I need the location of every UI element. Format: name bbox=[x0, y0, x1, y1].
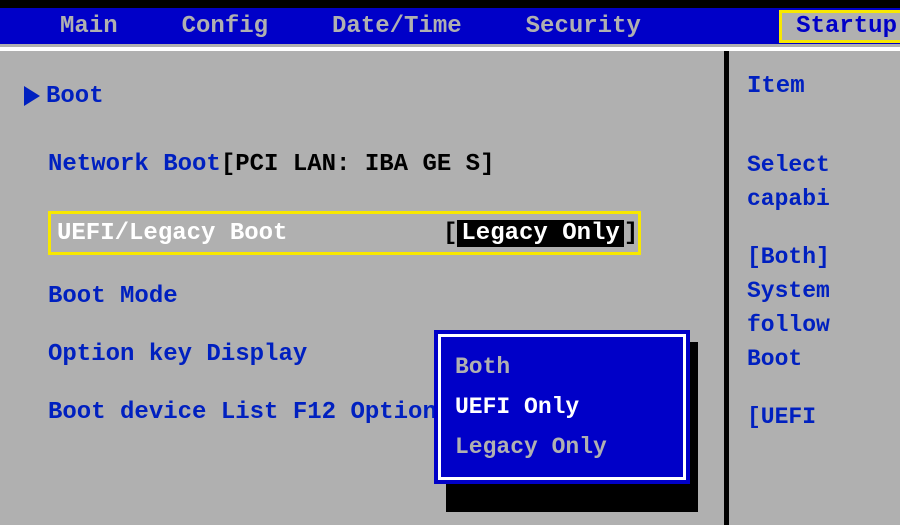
help-panel: Item Select capabi [Both] System follow … bbox=[729, 51, 900, 525]
bracket: ] bbox=[624, 220, 638, 247]
help-text: capabi bbox=[747, 182, 900, 216]
field-boot-mode[interactable]: Boot Mode bbox=[48, 279, 724, 313]
submenu-boot[interactable]: Boot bbox=[24, 79, 724, 113]
field-label: UEFI/Legacy Boot bbox=[51, 220, 443, 247]
field-value: [PCI LAN: IBA GE S] bbox=[221, 151, 495, 178]
title-bar: ThinkPad Setup bbox=[0, 0, 900, 8]
help-text: [Both] bbox=[747, 240, 900, 274]
field-label: Boot device List F12 Option bbox=[48, 399, 437, 426]
help-text: follow bbox=[747, 308, 900, 342]
submenu-label: Boot bbox=[46, 83, 104, 110]
popup-box: Both UEFI Only Legacy Only bbox=[434, 330, 690, 484]
field-uefi-legacy-boot[interactable]: UEFI/Legacy Boot [Legacy Only] bbox=[48, 211, 641, 255]
tab-security[interactable]: Security bbox=[526, 13, 641, 40]
tab-main[interactable]: Main bbox=[60, 13, 118, 40]
option-popup: Both UEFI Only Legacy Only bbox=[434, 330, 690, 484]
help-text: System bbox=[747, 274, 900, 308]
option-legacy-only[interactable]: Legacy Only bbox=[455, 427, 669, 467]
option-uefi-only[interactable]: UEFI Only bbox=[455, 387, 669, 427]
tab-startup[interactable]: Startup bbox=[779, 10, 900, 43]
bracket: [ bbox=[443, 220, 457, 247]
tab-datetime[interactable]: Date/Time bbox=[332, 13, 462, 40]
app-title: ThinkPad Setup bbox=[0, 0, 900, 4]
help-text: [UEFI bbox=[747, 400, 900, 434]
field-label: Network Boot bbox=[48, 151, 221, 178]
field-value: [Legacy Only] bbox=[443, 220, 638, 247]
help-text: Select bbox=[747, 148, 900, 182]
tab-config[interactable]: Config bbox=[182, 13, 268, 40]
value-text: Legacy Only bbox=[457, 220, 623, 247]
help-header: Item bbox=[747, 73, 900, 100]
field-label: Option key Display bbox=[48, 341, 307, 368]
option-both[interactable]: Both bbox=[455, 347, 669, 387]
field-network-boot[interactable]: Network Boot [PCI LAN: IBA GE S] bbox=[48, 147, 724, 181]
menu-bar: Main Config Date/Time Security Startup bbox=[0, 8, 900, 44]
field-label: Boot Mode bbox=[48, 283, 178, 310]
triangle-right-icon bbox=[24, 86, 40, 106]
help-text: Boot bbox=[747, 342, 900, 376]
